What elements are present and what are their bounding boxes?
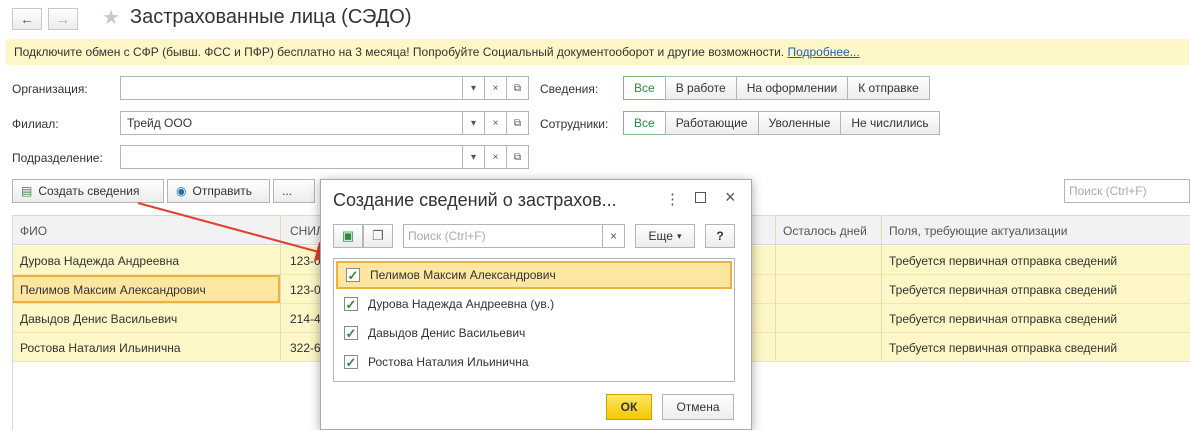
list-item-label: Дурова Надежда Андреевна (ув.) [368,297,555,311]
division-field[interactable] [120,145,463,169]
employees-label: Сотрудники: [540,117,609,131]
row-fields: Требуется первичная отправка сведений [889,312,1118,326]
help-label: ? [716,229,724,243]
back-button[interactable]: ← [12,8,42,30]
organization-field[interactable] [120,76,463,100]
list-item[interactable]: ✓ Давыдов Денис Васильевич [336,319,732,347]
row-fields: Требуется первичная отправка сведений [889,341,1118,355]
division-open-button[interactable]: ⧉ [507,145,529,169]
info-option-in-work[interactable]: В работе [664,76,737,100]
branch-open-button[interactable]: ⧉ [507,111,529,135]
check-all-button[interactable]: ▣ [333,224,363,248]
dialog-more-button[interactable]: Еще ▾ [635,224,695,248]
forward-button[interactable]: → [48,8,78,30]
employees-option-working[interactable]: Работающие [664,111,759,135]
employee-checklist: ✓ Пелимов Максим Александрович ✓ Дурова … [333,258,735,382]
row-name: Ростова Наталия Ильинична [20,341,181,355]
checkbox[interactable]: ✓ [346,268,360,282]
chevron-down-icon: ▾ [470,82,477,94]
pointer-arrow [137,202,336,261]
list-item-label: Пелимов Максим Александрович [370,268,556,282]
branch-dropdown-button[interactable]: ▾ [463,111,485,135]
branch-field[interactable]: Трейд ООО [120,111,463,135]
info-filter: Все В работе На оформлении К отправке [623,76,930,100]
column-divider [881,215,882,360]
dialog-search-clear-button[interactable]: × [603,224,625,248]
row-snils: 123-0 [290,283,321,297]
open-icon: ⧉ [513,151,522,163]
row-name: Давыдов Денис Васильевич [20,312,178,326]
chevron-down-icon: ▾ [470,117,477,129]
uncheck-all-icon: ❐ [372,228,384,243]
checkbox[interactable]: ✓ [344,355,358,369]
organization-open-button[interactable]: ⧉ [507,76,529,100]
column-fields-update[interactable]: Поля, требующие актуализации [889,224,1068,238]
arrow-right-icon: → [56,11,70,27]
branch-label: Филиал: [12,117,59,131]
list-item[interactable]: ✓ Ростова Наталия Ильинична [336,348,732,376]
open-icon: ⧉ [513,117,522,129]
checkbox[interactable]: ✓ [344,297,358,311]
dialog-search-input[interactable]: Поиск (Ctrl+F) [403,224,603,248]
banner-text: Подключите обмен с СФР (бывш. ФСС и ПФР)… [14,45,785,59]
employees-filter: Все Работающие Уволенные Не числились [623,111,940,135]
list-item-label: Давыдов Денис Васильевич [368,326,526,340]
column-days-left[interactable]: Осталось дней [783,224,867,238]
organization-clear-button[interactable]: × [485,76,507,100]
close-icon: × [609,229,617,243]
star-icon[interactable]: ★ [102,5,120,30]
division-label: Подразделение: [12,151,103,165]
row-name: Пелимов Максим Александрович [20,283,206,297]
row-snils: 214-4 [290,312,321,326]
employees-option-not-listed[interactable]: Не числились [840,111,940,135]
arrow-left-icon: ← [20,11,34,27]
row-fields: Требуется первичная отправка сведений [889,283,1118,297]
search-input[interactable]: Поиск (Ctrl+F) [1064,179,1190,203]
uncheck-all-button[interactable]: ❐ [363,224,393,248]
branch-clear-button[interactable]: × [485,111,507,135]
chevron-down-icon: ▾ [470,151,477,163]
maximize-icon[interactable] [695,192,706,203]
employees-option-dismissed[interactable]: Уволенные [757,111,842,135]
info-option-all[interactable]: Все [623,76,666,100]
column-divider [775,215,776,360]
chevron-down-icon: ▾ [676,230,682,241]
banner-more-link[interactable]: Подробнее... [787,45,859,59]
list-item[interactable]: ✓ Пелимов Максим Александрович [336,261,732,289]
document-add-icon: ▤ [21,184,33,198]
row-snils: 322-6 [290,341,321,355]
create-info-label: Создать сведения [38,184,140,198]
cancel-button[interactable]: Отмена [662,394,734,420]
employees-option-all[interactable]: Все [623,111,666,135]
list-item[interactable]: ✓ Дурова Надежда Андреевна (ув.) [336,290,732,318]
ok-button[interactable]: ОК [606,394,652,420]
kebab-menu-icon[interactable]: ⋮ [665,190,680,208]
column-fio[interactable]: ФИО [20,224,47,238]
close-icon[interactable]: × [725,187,736,208]
close-icon: × [492,151,499,163]
table-left-border [12,215,13,430]
list-item-label: Ростова Наталия Ильинична [368,355,529,369]
organization-label: Организация: [12,82,88,96]
dialog-title: Создание сведений о застрахов... [333,190,617,210]
promo-banner: Подключите обмен с СФР (бывш. ФСС и ПФР)… [6,39,1189,65]
close-icon: × [492,82,499,94]
help-button[interactable]: ? [705,224,735,248]
info-option-processing[interactable]: На оформлении [735,76,849,100]
organization-dropdown-button[interactable]: ▾ [463,76,485,100]
info-option-to-send[interactable]: К отправке [847,76,930,100]
dialog-more-label: Еще [648,229,673,243]
check-all-icon: ▣ [341,228,355,243]
open-icon: ⧉ [513,82,522,94]
division-dropdown-button[interactable]: ▾ [463,145,485,169]
row-fields: Требуется первичная отправка сведений [889,254,1118,268]
create-info-dialog: Создание сведений о застрахов... ⋮ × ▣ ❐… [320,179,752,430]
division-clear-button[interactable]: × [485,145,507,169]
checkbox[interactable]: ✓ [344,326,358,340]
page-title: Застрахованные лица (СЭДО) [130,6,412,28]
info-label: Сведения: [540,82,599,96]
close-icon: × [492,117,499,129]
